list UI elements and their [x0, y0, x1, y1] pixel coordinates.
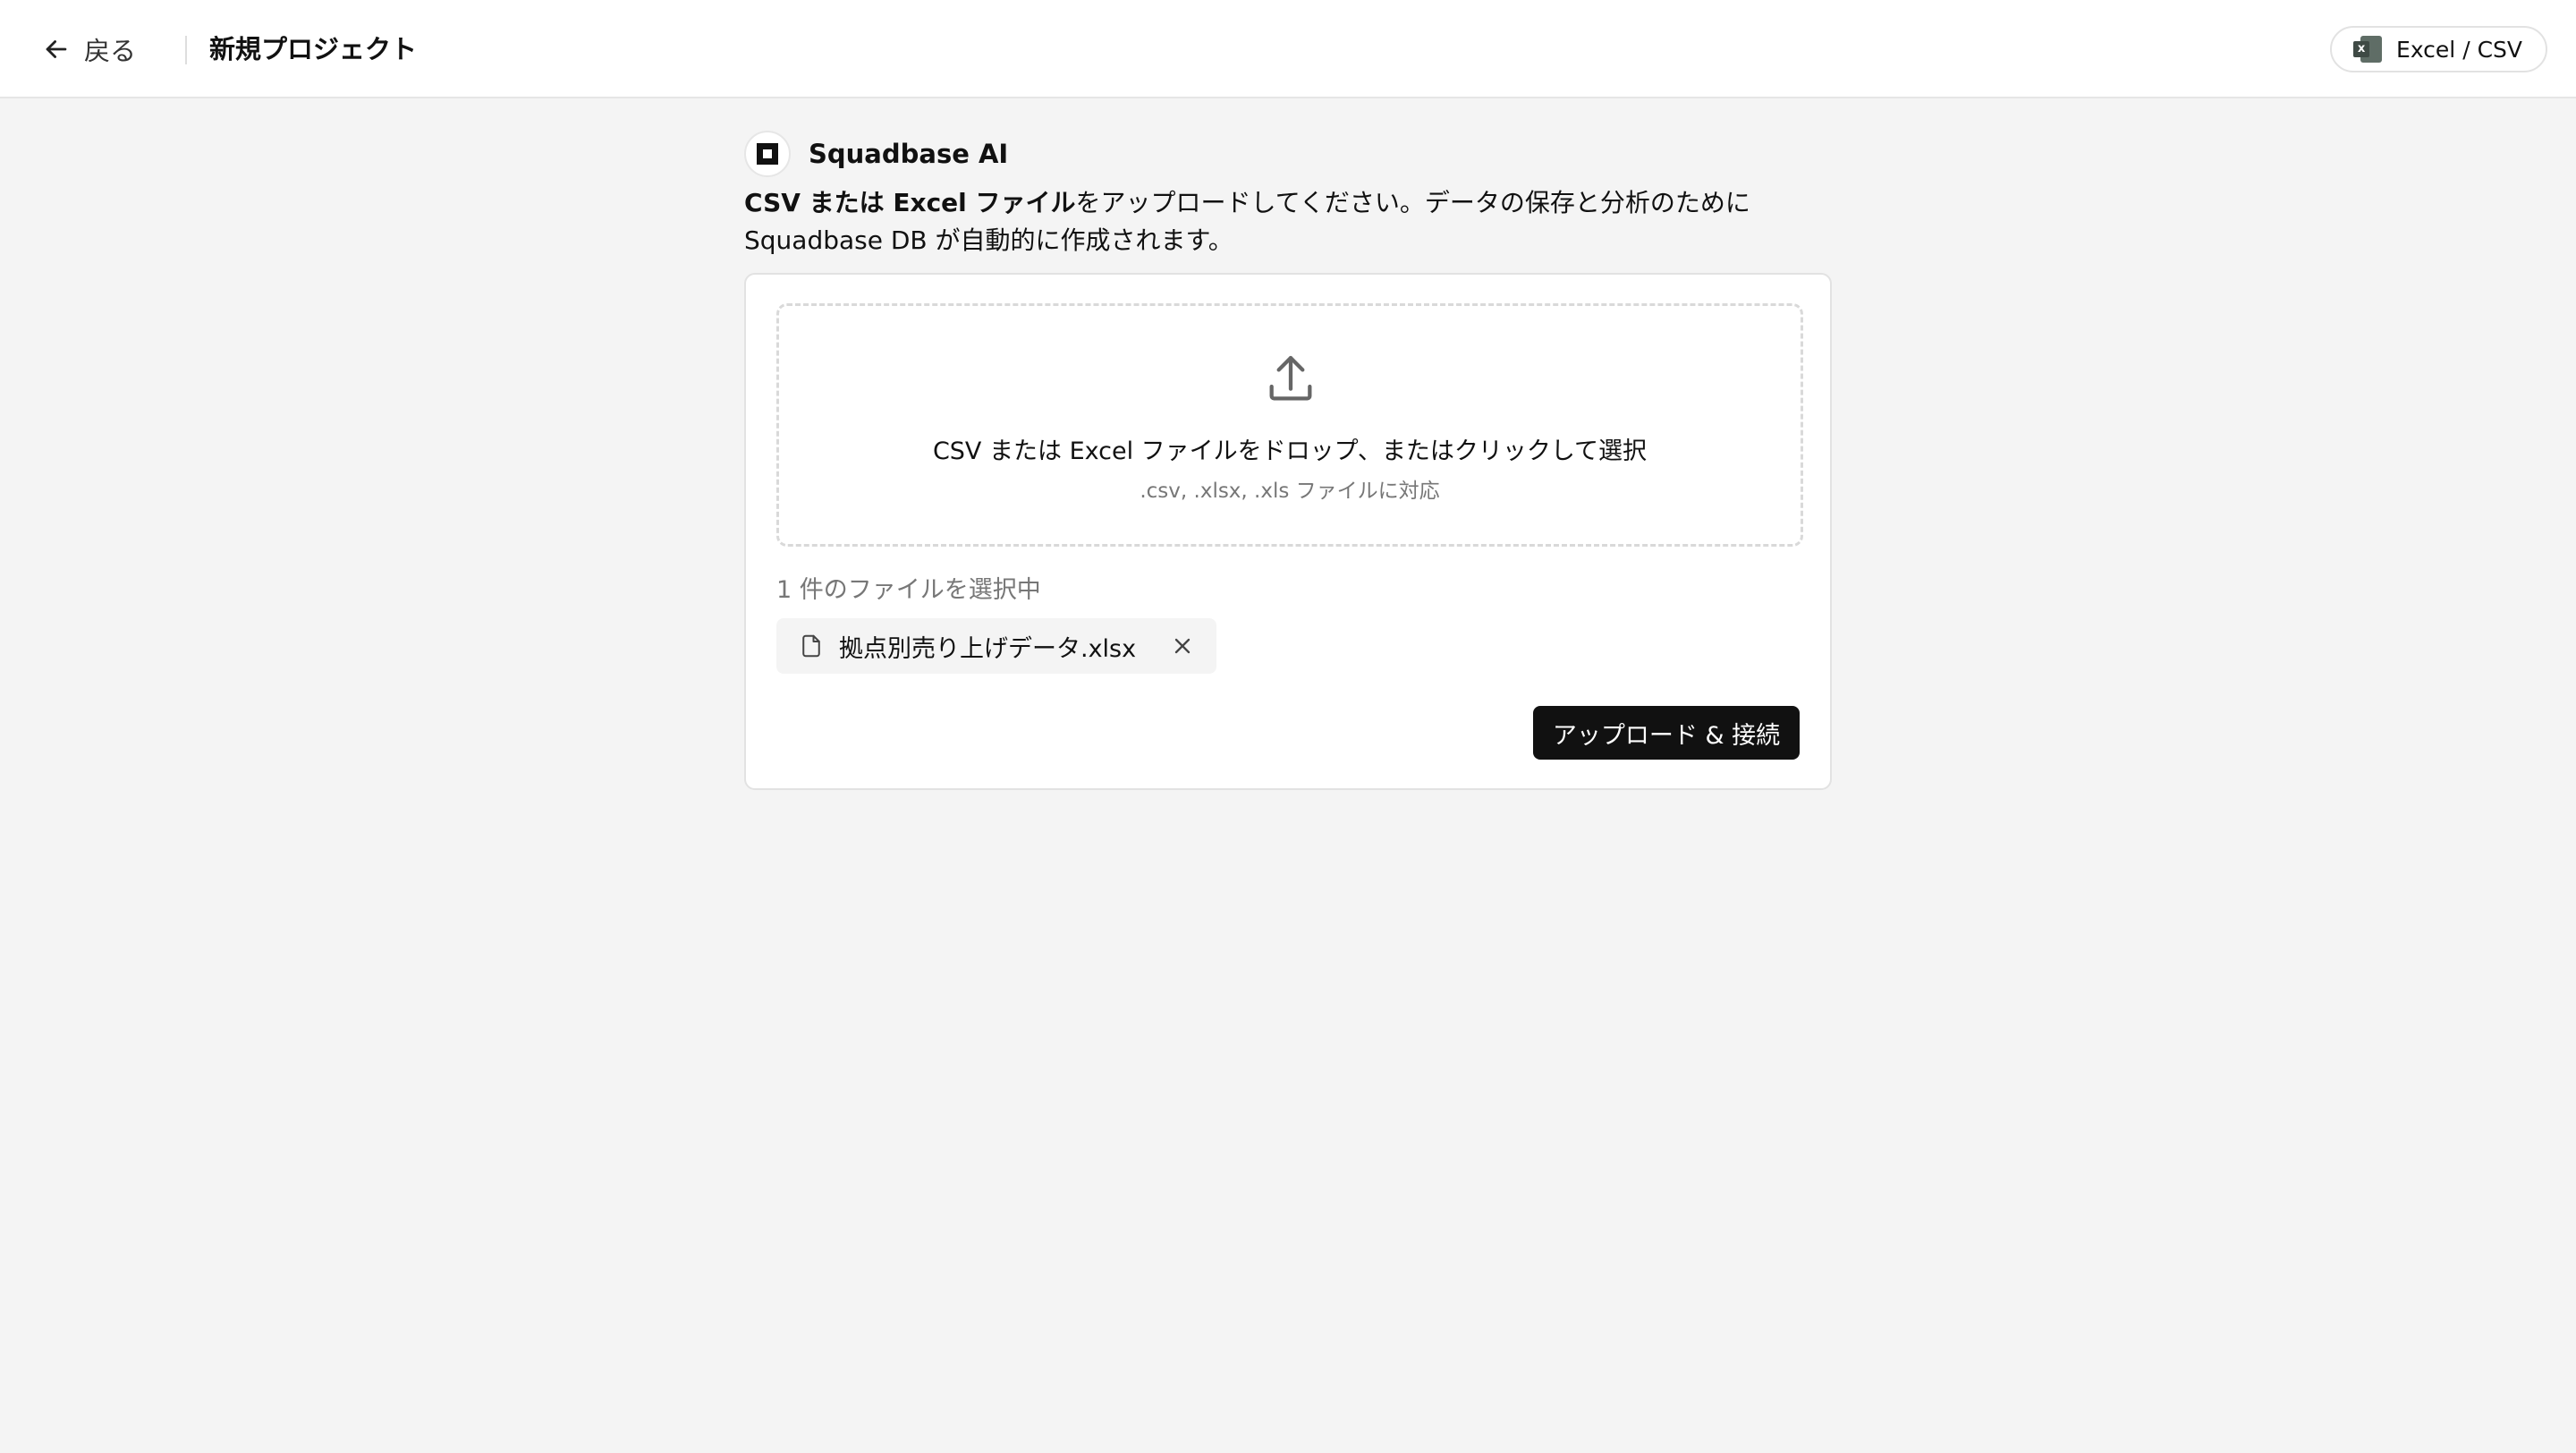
- data-source-chip[interactable]: x Excel / CSV: [2330, 26, 2547, 72]
- top-bar: 戻る 新規プロジェクト x Excel / CSV: [0, 0, 2576, 98]
- selected-file-name: 拠点別売り上げデータ.xlsx: [839, 634, 1137, 663]
- excel-icon: x: [2353, 36, 2383, 63]
- back-button[interactable]: 戻る: [41, 27, 136, 72]
- squadbase-logo-icon: [744, 131, 791, 177]
- back-label: 戻る: [84, 36, 137, 66]
- selected-file-item: 拠点別売り上げデータ.xlsx: [776, 618, 1216, 674]
- data-source-label: Excel / CSV: [2396, 36, 2522, 63]
- remove-file-close-icon[interactable]: [1170, 633, 1195, 659]
- file-icon: [802, 634, 820, 658]
- upload-icon: [1269, 355, 1312, 401]
- assistant-name: Squadbase AI: [809, 139, 1009, 169]
- dropzone-supported-formats: .csv, .xlsx, .xls ファイルに対応: [1140, 480, 1440, 503]
- upload-connect-button[interactable]: アップロード & 接続: [1533, 706, 1800, 760]
- upload-card: CSV または Excel ファイルをドロップ、またはクリックして選択 .csv…: [744, 273, 1832, 790]
- arrow-left-icon: [46, 40, 67, 58]
- assistant-header: Squadbase AI: [744, 131, 1008, 177]
- message-line1-rest: をアップロードしてください。データの保存と分析のために: [1075, 188, 1750, 217]
- page-title: 新規プロジェクト: [209, 34, 418, 64]
- header-divider: [185, 36, 187, 64]
- message-emphasis: CSV または Excel ファイル: [744, 188, 1076, 217]
- assistant-message: CSV または Excel ファイルをアップロードしてください。データの保存と分…: [744, 184, 1818, 259]
- file-dropzone[interactable]: CSV または Excel ファイルをドロップ、またはクリックして選択 .csv…: [776, 303, 1803, 547]
- message-line2: Squadbase DB が自動的に作成されます。: [744, 225, 1233, 255]
- dropzone-instruction: CSV または Excel ファイルをドロップ、またはクリックして選択: [932, 438, 1648, 465]
- selected-file-count: 1 件のファイルを選択中: [776, 576, 1041, 604]
